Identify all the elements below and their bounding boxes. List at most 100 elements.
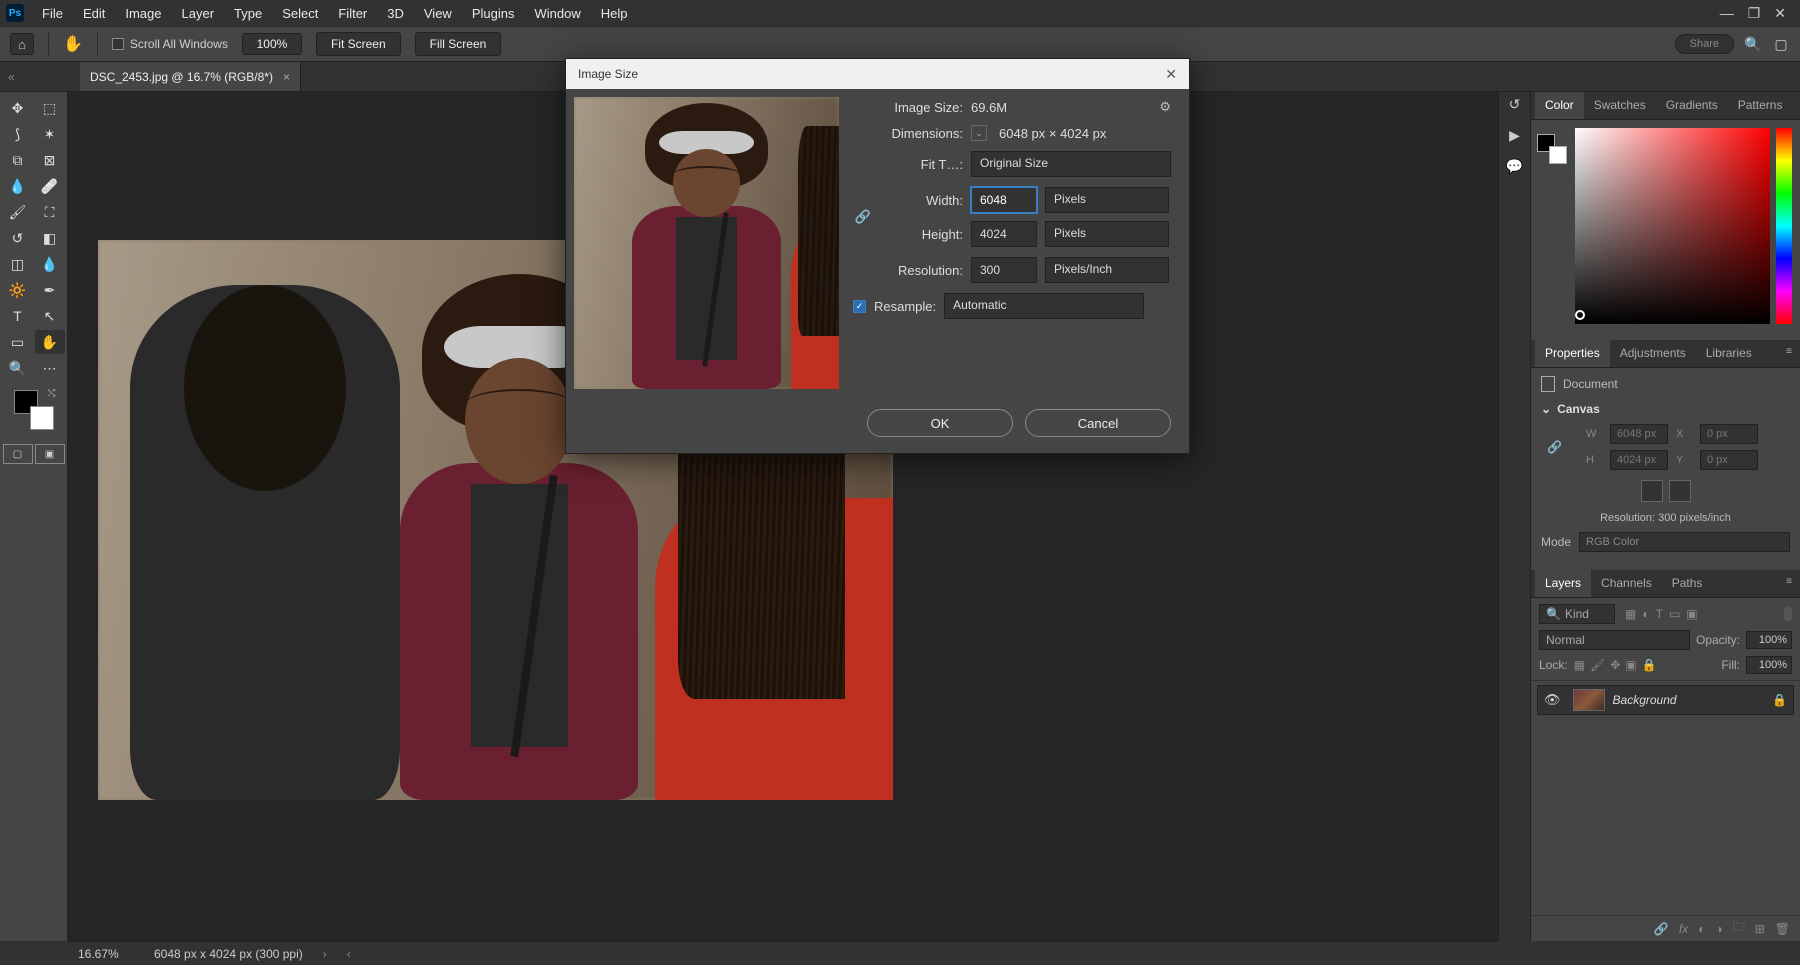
fill-screen-button[interactable]: Fill Screen	[415, 32, 502, 56]
tab-gradients[interactable]: Gradients	[1656, 92, 1728, 119]
workspace-arrange-icon[interactable]: ▢	[1772, 36, 1790, 53]
filter-pixel-icon[interactable]: ▦	[1625, 607, 1636, 621]
adjustment-layer-icon[interactable]: ◑	[1715, 922, 1722, 936]
menu-3d[interactable]: 3D	[377, 2, 414, 25]
dialog-preview[interactable]	[574, 97, 839, 389]
lock-icon[interactable]: 🔒	[1772, 693, 1787, 707]
share-button[interactable]: Share	[1675, 34, 1734, 54]
rectangle-tool[interactable]: ▭	[3, 330, 33, 354]
tab-adjustments[interactable]: Adjustments	[1610, 340, 1696, 367]
lock-artboard-icon[interactable]: ▣	[1625, 658, 1636, 672]
maximize-icon[interactable]: ❐	[1748, 5, 1761, 22]
cancel-button[interactable]: Cancel	[1025, 409, 1171, 437]
fit-to-select[interactable]: Original Size	[971, 151, 1171, 177]
dimensions-unit-toggle[interactable]: ⌄	[971, 125, 987, 141]
actions-panel-icon[interactable]: ▶	[1509, 127, 1520, 144]
tab-channels[interactable]: Channels	[1591, 570, 1662, 597]
menu-image[interactable]: Image	[115, 2, 171, 25]
resample-checkbox[interactable]: ✓	[853, 300, 866, 313]
panel-menu-icon[interactable]: ≡	[1778, 340, 1800, 367]
menu-filter[interactable]: Filter	[328, 2, 377, 25]
menu-edit[interactable]: Edit	[73, 2, 115, 25]
history-brush-tool[interactable]: ↺	[3, 226, 33, 250]
new-layer-icon[interactable]: ⊞	[1755, 922, 1765, 936]
color-field[interactable]	[1575, 128, 1770, 324]
lock-paint-icon[interactable]: 🖌	[1590, 658, 1605, 672]
scroll-all-windows-checkbox[interactable]: Scroll All Windows	[112, 37, 228, 51]
blur-tool[interactable]: 💧	[35, 252, 65, 276]
menu-plugins[interactable]: Plugins	[462, 2, 525, 25]
tab-patterns[interactable]: Patterns	[1728, 92, 1793, 119]
portrait-orientation-button[interactable]	[1641, 480, 1663, 502]
dialog-titlebar[interactable]: Image Size ✕	[566, 59, 1189, 89]
brush-tool[interactable]: 🖌	[3, 200, 33, 224]
close-icon[interactable]: ✕	[1774, 5, 1786, 22]
height-unit-select[interactable]: Pixels	[1045, 221, 1169, 247]
tab-layers[interactable]: Layers	[1535, 570, 1591, 597]
eyedropper-tool[interactable]: 💧	[3, 174, 33, 198]
history-panel-icon[interactable]: ↺	[1509, 96, 1521, 113]
opacity-field[interactable]	[1746, 631, 1792, 649]
standard-mode-icon[interactable]: ▢	[3, 444, 33, 464]
resolution-unit-select[interactable]: Pixels/Inch	[1045, 257, 1169, 283]
visibility-toggle-icon[interactable]: 👁	[1544, 692, 1561, 708]
layer-style-icon[interactable]: fx	[1679, 922, 1688, 936]
foreground-background-swatch[interactable]: ⤭	[14, 390, 54, 430]
fill-field[interactable]	[1746, 656, 1792, 674]
layer-row-background[interactable]: 👁 Background 🔒	[1537, 685, 1794, 715]
lasso-tool[interactable]: ⟆	[3, 122, 33, 146]
menu-select[interactable]: Select	[272, 2, 328, 25]
lock-transparent-icon[interactable]: ▦	[1574, 658, 1585, 672]
link-layers-icon[interactable]: 🔗	[1654, 922, 1669, 936]
dodge-tool[interactable]: 🔆	[3, 278, 33, 302]
filter-adjust-icon[interactable]: ◐	[1642, 607, 1649, 621]
tab-libraries[interactable]: Libraries	[1696, 340, 1762, 367]
hand-tool-icon[interactable]: ✋	[63, 34, 83, 54]
gear-icon[interactable]: ⚙	[1159, 99, 1171, 115]
new-group-icon[interactable]: 🗀	[1733, 918, 1745, 939]
filter-smart-icon[interactable]: ▣	[1686, 607, 1697, 621]
height-input[interactable]	[971, 221, 1037, 247]
layer-mask-icon[interactable]: ◐	[1698, 922, 1705, 936]
tab-color[interactable]: Color	[1535, 92, 1584, 119]
dialog-close-icon[interactable]: ✕	[1165, 66, 1177, 83]
zoom-tool[interactable]: 🔍	[3, 356, 33, 380]
ok-button[interactable]: OK	[867, 409, 1013, 437]
menu-type[interactable]: Type	[224, 2, 272, 25]
canvas-section-toggle[interactable]: ⌄ Canvas	[1541, 402, 1790, 416]
lock-all-icon[interactable]: 🔒	[1642, 658, 1657, 672]
comments-panel-icon[interactable]: 💬	[1506, 158, 1523, 175]
gradient-tool[interactable]: ◫	[3, 252, 33, 276]
crop-tool[interactable]: ⧉	[3, 148, 33, 172]
tab-swatches[interactable]: Swatches	[1584, 92, 1656, 119]
constrain-proportions-icon[interactable]: 🔗	[853, 209, 873, 225]
tab-expand-icon[interactable]: «	[8, 70, 15, 84]
tab-properties[interactable]: Properties	[1535, 340, 1610, 367]
canvas-y-field[interactable]	[1700, 450, 1758, 470]
canvas-x-field[interactable]	[1700, 424, 1758, 444]
panel-background-color[interactable]	[1549, 146, 1567, 164]
marquee-tool[interactable]: ⬚	[35, 96, 65, 120]
panel-menu-icon[interactable]: ≡	[1792, 92, 1800, 119]
document-tab[interactable]: DSC_2453.jpg @ 16.7% (RGB/8*) ×	[80, 62, 301, 91]
eraser-tool[interactable]: ◧	[35, 226, 65, 250]
fit-screen-button[interactable]: Fit Screen	[316, 32, 401, 56]
zoom-field[interactable]: 100%	[242, 33, 302, 55]
chevron-right-icon[interactable]: ›	[323, 947, 327, 961]
menu-help[interactable]: Help	[591, 2, 638, 25]
color-mode-select[interactable]: RGB Color	[1579, 532, 1790, 552]
menu-layer[interactable]: Layer	[172, 2, 225, 25]
search-icon[interactable]: 🔍	[1744, 36, 1762, 53]
swap-colors-icon[interactable]: ⤭	[48, 388, 56, 399]
status-zoom[interactable]: 16.67%	[78, 947, 138, 961]
lock-position-icon[interactable]: ✥	[1610, 658, 1620, 672]
layer-thumbnail[interactable]	[1573, 689, 1605, 711]
pen-tool[interactable]: ✒	[35, 278, 65, 302]
filter-shape-icon[interactable]: ▭	[1669, 607, 1680, 621]
delete-layer-icon[interactable]: 🗑	[1775, 922, 1790, 936]
blend-mode-select[interactable]: Normal	[1539, 630, 1690, 650]
menu-file[interactable]: File	[32, 2, 73, 25]
stamp-tool[interactable]: ⛶	[35, 200, 65, 224]
menu-window[interactable]: Window	[524, 2, 590, 25]
color-panel-swatches[interactable]	[1537, 134, 1567, 164]
